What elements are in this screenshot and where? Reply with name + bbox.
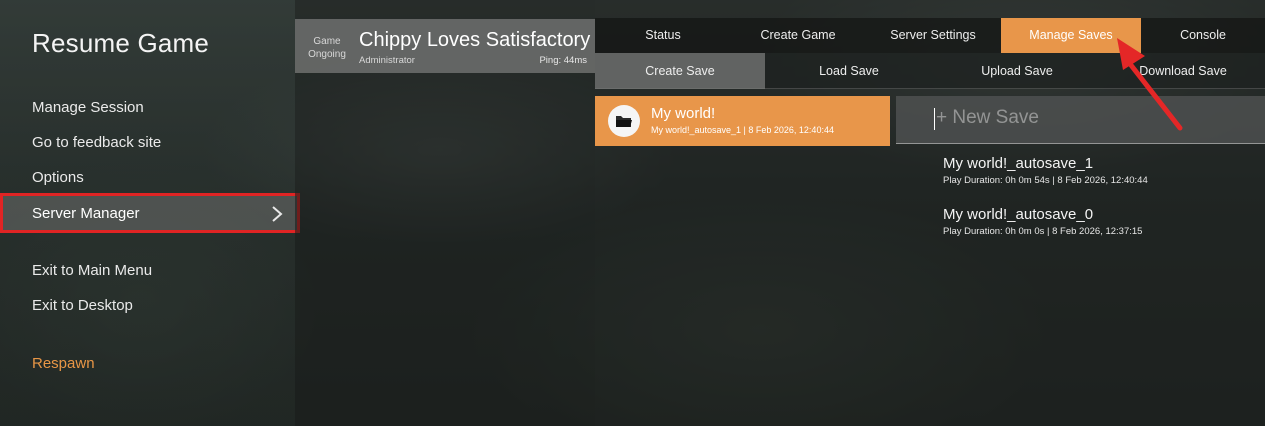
subtab-load-save[interactable]: Load Save [765, 53, 933, 89]
save-name: My world!_autosave_1 [943, 155, 1094, 172]
session-list-item[interactable]: My world! My world!_autosave_1 | 8 Feb 2… [595, 96, 890, 146]
chevron-right-icon [272, 206, 283, 222]
session-badge [608, 105, 640, 137]
save-detail: Play Duration: 0h 0m 0s | 8 Feb 2026, 12… [943, 226, 1143, 237]
server-manager-label: Server Manager [32, 205, 140, 222]
session-detail: My world!_autosave_1 | 8 Feb 2026, 12:40… [651, 125, 834, 135]
tab-create-game[interactable]: Create Game [731, 18, 865, 53]
annotation-arrow-icon [1117, 38, 1183, 131]
manage-session-item[interactable]: Manage Session [32, 99, 144, 116]
options-item[interactable]: Options [32, 169, 84, 186]
respawn-item[interactable]: Respawn [32, 355, 95, 372]
server-ping: Ping: 44ms [539, 55, 587, 66]
session-name: My world! [651, 105, 716, 122]
server-role: Administrator [359, 55, 415, 66]
text-cursor [934, 108, 935, 130]
pause-menu: Resume Game Manage Session Go to feedbac… [0, 0, 300, 426]
server-card[interactable]: Game Ongoing Chippy Loves Satisfactory A… [295, 19, 595, 73]
game-state-label: Game Ongoing [308, 36, 346, 60]
server-list-column: Game Ongoing Chippy Loves Satisfactory A… [295, 0, 595, 426]
tab-server-settings[interactable]: Server Settings [865, 18, 1001, 53]
game-background: Resume Game Manage Session Go to feedbac… [0, 0, 1265, 426]
new-save-placeholder: + New Save [936, 107, 1039, 128]
exit-to-desktop-item[interactable]: Exit to Desktop [32, 297, 133, 314]
save-list-item[interactable]: My world!_autosave_1 Play Duration: 0h 0… [943, 155, 1148, 186]
subtab-upload-save[interactable]: Upload Save [933, 53, 1101, 89]
save-name: My world!_autosave_0 [943, 206, 1094, 223]
feedback-site-item[interactable]: Go to feedback site [32, 134, 161, 151]
subtab-create-save[interactable]: Create Save [595, 53, 765, 89]
save-detail: Play Duration: 0h 0m 54s | 8 Feb 2026, 1… [943, 175, 1148, 186]
server-name: Chippy Loves Satisfactory [359, 29, 591, 51]
resume-game-button[interactable]: Resume Game [32, 28, 209, 59]
server-manager-item[interactable]: Server Manager [0, 193, 300, 233]
exit-to-main-menu-item[interactable]: Exit to Main Menu [32, 262, 152, 279]
folder-icon [616, 116, 632, 127]
new-save-input[interactable]: + New Save [896, 96, 1265, 144]
tab-status[interactable]: Status [595, 18, 731, 53]
save-list-item[interactable]: My world!_autosave_0 Play Duration: 0h 0… [943, 206, 1142, 237]
